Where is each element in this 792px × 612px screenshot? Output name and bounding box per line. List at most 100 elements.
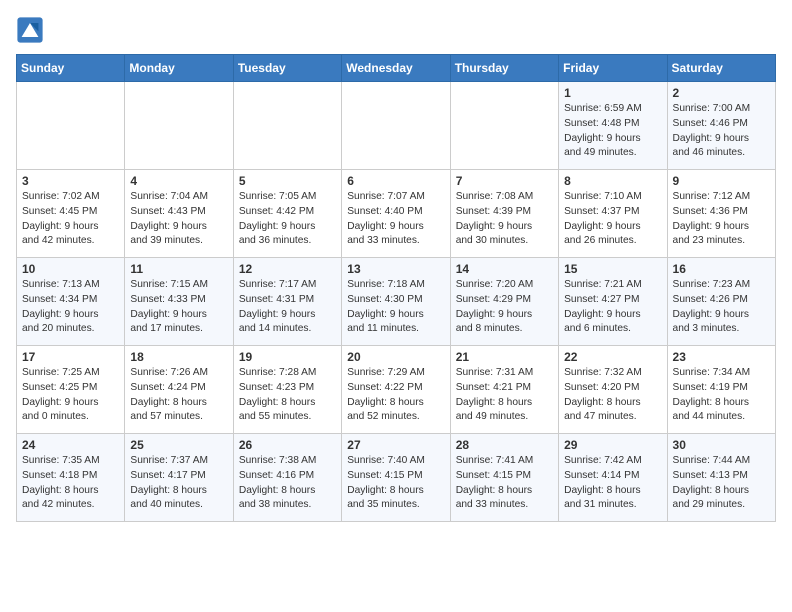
day-number: 10 <box>22 262 119 276</box>
calendar-cell <box>17 82 125 170</box>
day-number: 1 <box>564 86 661 100</box>
calendar-week-row: 24 Sunrise: 7:35 AM Sunset: 4:18 PM Dayli… <box>17 434 776 522</box>
calendar-cell <box>125 82 233 170</box>
day-info: Sunrise: 7:18 AM Sunset: 4:30 PM Dayligh… <box>347 278 444 337</box>
day-number: 8 <box>564 174 661 188</box>
day-of-week-header: Thursday <box>450 55 558 82</box>
calendar-cell: 6Sunrise: 7:07 AM Sunset: 4:40 PM Daylig… <box>342 170 450 258</box>
day-info: Sunrise: 7:02 AM Sunset: 4:45 PM Dayligh… <box>22 190 119 249</box>
calendar-cell: 7 Sunrise: 7:08 AM Sunset: 4:39 PM Daylig… <box>450 170 558 258</box>
calendar-week-row: 3 Sunrise: 7:02 AM Sunset: 4:45 PM Daylig… <box>17 170 776 258</box>
calendar-cell <box>342 82 450 170</box>
calendar-cell: 21Sunrise: 7:31 AM Sunset: 4:21 PM Dayli… <box>450 346 558 434</box>
day-of-week-header: Friday <box>559 55 667 82</box>
day-info: Sunrise: 7:34 AM Sunset: 4:19 PM Dayligh… <box>673 366 770 425</box>
day-number: 19 <box>239 350 336 364</box>
calendar-cell: 19Sunrise: 7:28 AM Sunset: 4:23 PM Dayli… <box>233 346 341 434</box>
day-number: 11 <box>130 262 227 276</box>
day-number: 6 <box>347 174 444 188</box>
calendar-cell: 23 Sunrise: 7:34 AM Sunset: 4:19 PM Dayli… <box>667 346 775 434</box>
day-info: Sunrise: 7:26 AM Sunset: 4:24 PM Dayligh… <box>130 366 227 425</box>
day-number: 12 <box>239 262 336 276</box>
day-info: Sunrise: 7:32 AM Sunset: 4:20 PM Dayligh… <box>564 366 661 425</box>
logo-icon <box>16 16 44 44</box>
calendar-week-row: 10 Sunrise: 7:13 AM Sunset: 4:34 PM Dayli… <box>17 258 776 346</box>
day-info: Sunrise: 7:20 AM Sunset: 4:29 PM Dayligh… <box>456 278 553 337</box>
calendar-cell: 20 Sunrise: 7:29 AM Sunset: 4:22 PM Dayli… <box>342 346 450 434</box>
day-number: 2 <box>673 86 770 100</box>
calendar-cell: 16Sunrise: 7:23 AM Sunset: 4:26 PM Dayli… <box>667 258 775 346</box>
day-info: Sunrise: 7:41 AM Sunset: 4:15 PM Dayligh… <box>456 454 553 513</box>
day-number: 7 <box>456 174 553 188</box>
day-info: Sunrise: 7:44 AM Sunset: 4:13 PM Dayligh… <box>673 454 770 513</box>
calendar-cell: 17Sunrise: 7:25 AM Sunset: 4:25 PM Dayli… <box>17 346 125 434</box>
day-number: 24 <box>22 438 119 452</box>
day-info: Sunrise: 7:15 AM Sunset: 4:33 PM Dayligh… <box>130 278 227 337</box>
day-of-week-header: Tuesday <box>233 55 341 82</box>
day-number: 25 <box>130 438 227 452</box>
calendar-cell: 15 Sunrise: 7:21 AM Sunset: 4:27 PM Dayli… <box>559 258 667 346</box>
day-info: Sunrise: 7:40 AM Sunset: 4:15 PM Dayligh… <box>347 454 444 513</box>
day-number: 4 <box>130 174 227 188</box>
day-info: Sunrise: 7:37 AM Sunset: 4:17 PM Dayligh… <box>130 454 227 513</box>
calendar-cell: 4 Sunrise: 7:04 AM Sunset: 4:43 PM Daylig… <box>125 170 233 258</box>
day-info: Sunrise: 6:59 AM Sunset: 4:48 PM Dayligh… <box>564 102 661 161</box>
day-of-week-header: Sunday <box>17 55 125 82</box>
calendar-cell: 3 Sunrise: 7:02 AM Sunset: 4:45 PM Daylig… <box>17 170 125 258</box>
header-row: SundayMondayTuesdayWednesdayThursdayFrid… <box>17 55 776 82</box>
calendar-cell <box>450 82 558 170</box>
day-info: Sunrise: 7:00 AM Sunset: 4:46 PM Dayligh… <box>673 102 770 161</box>
day-info: Sunrise: 7:12 AM Sunset: 4:36 PM Dayligh… <box>673 190 770 249</box>
calendar-cell: 10 Sunrise: 7:13 AM Sunset: 4:34 PM Dayli… <box>17 258 125 346</box>
calendar-week-row: 1 Sunrise: 6:59 AM Sunset: 4:48 PM Daylig… <box>17 82 776 170</box>
calendar-body: 1 Sunrise: 6:59 AM Sunset: 4:48 PM Daylig… <box>17 82 776 522</box>
day-of-week-header: Saturday <box>667 55 775 82</box>
day-info: Sunrise: 7:21 AM Sunset: 4:27 PM Dayligh… <box>564 278 661 337</box>
day-number: 21 <box>456 350 553 364</box>
day-number: 22 <box>564 350 661 364</box>
day-number: 28 <box>456 438 553 452</box>
day-of-week-header: Monday <box>125 55 233 82</box>
calendar-cell: 12 Sunrise: 7:17 AM Sunset: 4:31 PM Dayli… <box>233 258 341 346</box>
calendar-cell: 13 Sunrise: 7:18 AM Sunset: 4:30 PM Dayli… <box>342 258 450 346</box>
calendar-cell: 24 Sunrise: 7:35 AM Sunset: 4:18 PM Dayli… <box>17 434 125 522</box>
calendar-cell: 22 Sunrise: 7:32 AM Sunset: 4:20 PM Dayli… <box>559 346 667 434</box>
day-number: 26 <box>239 438 336 452</box>
calendar-cell: 1 Sunrise: 6:59 AM Sunset: 4:48 PM Daylig… <box>559 82 667 170</box>
day-info: Sunrise: 7:35 AM Sunset: 4:18 PM Dayligh… <box>22 454 119 513</box>
day-info: Sunrise: 7:17 AM Sunset: 4:31 PM Dayligh… <box>239 278 336 337</box>
day-info: Sunrise: 7:25 AM Sunset: 4:25 PM Dayligh… <box>22 366 119 425</box>
day-info: Sunrise: 7:13 AM Sunset: 4:34 PM Dayligh… <box>22 278 119 337</box>
day-info: Sunrise: 7:10 AM Sunset: 4:37 PM Dayligh… <box>564 190 661 249</box>
day-number: 3 <box>22 174 119 188</box>
calendar-cell <box>233 82 341 170</box>
day-number: 5 <box>239 174 336 188</box>
calendar-header: SundayMondayTuesdayWednesdayThursdayFrid… <box>17 55 776 82</box>
calendar-cell: 8 Sunrise: 7:10 AM Sunset: 4:37 PM Daylig… <box>559 170 667 258</box>
logo <box>16 16 46 44</box>
day-number: 9 <box>673 174 770 188</box>
calendar-cell: 9 Sunrise: 7:12 AM Sunset: 4:36 PM Daylig… <box>667 170 775 258</box>
day-info: Sunrise: 7:29 AM Sunset: 4:22 PM Dayligh… <box>347 366 444 425</box>
day-number: 13 <box>347 262 444 276</box>
page-header <box>16 16 776 44</box>
day-of-week-header: Wednesday <box>342 55 450 82</box>
day-info: Sunrise: 7:04 AM Sunset: 4:43 PM Dayligh… <box>130 190 227 249</box>
calendar-cell: 18Sunrise: 7:26 AM Sunset: 4:24 PM Dayli… <box>125 346 233 434</box>
calendar-cell: 14 Sunrise: 7:20 AM Sunset: 4:29 PM Dayli… <box>450 258 558 346</box>
day-number: 16 <box>673 262 770 276</box>
day-number: 14 <box>456 262 553 276</box>
day-number: 15 <box>564 262 661 276</box>
day-info: Sunrise: 7:38 AM Sunset: 4:16 PM Dayligh… <box>239 454 336 513</box>
day-info: Sunrise: 7:08 AM Sunset: 4:39 PM Dayligh… <box>456 190 553 249</box>
calendar-cell: 5 Sunrise: 7:05 AM Sunset: 4:42 PM Daylig… <box>233 170 341 258</box>
day-number: 30 <box>673 438 770 452</box>
calendar-cell: 2 Sunrise: 7:00 AM Sunset: 4:46 PM Daylig… <box>667 82 775 170</box>
calendar-week-row: 17Sunrise: 7:25 AM Sunset: 4:25 PM Dayli… <box>17 346 776 434</box>
calendar-cell: 27Sunrise: 7:40 AM Sunset: 4:15 PM Dayli… <box>342 434 450 522</box>
day-info: Sunrise: 7:05 AM Sunset: 4:42 PM Dayligh… <box>239 190 336 249</box>
day-number: 20 <box>347 350 444 364</box>
day-number: 23 <box>673 350 770 364</box>
calendar-table: SundayMondayTuesdayWednesdayThursdayFrid… <box>16 54 776 522</box>
day-info: Sunrise: 7:42 AM Sunset: 4:14 PM Dayligh… <box>564 454 661 513</box>
